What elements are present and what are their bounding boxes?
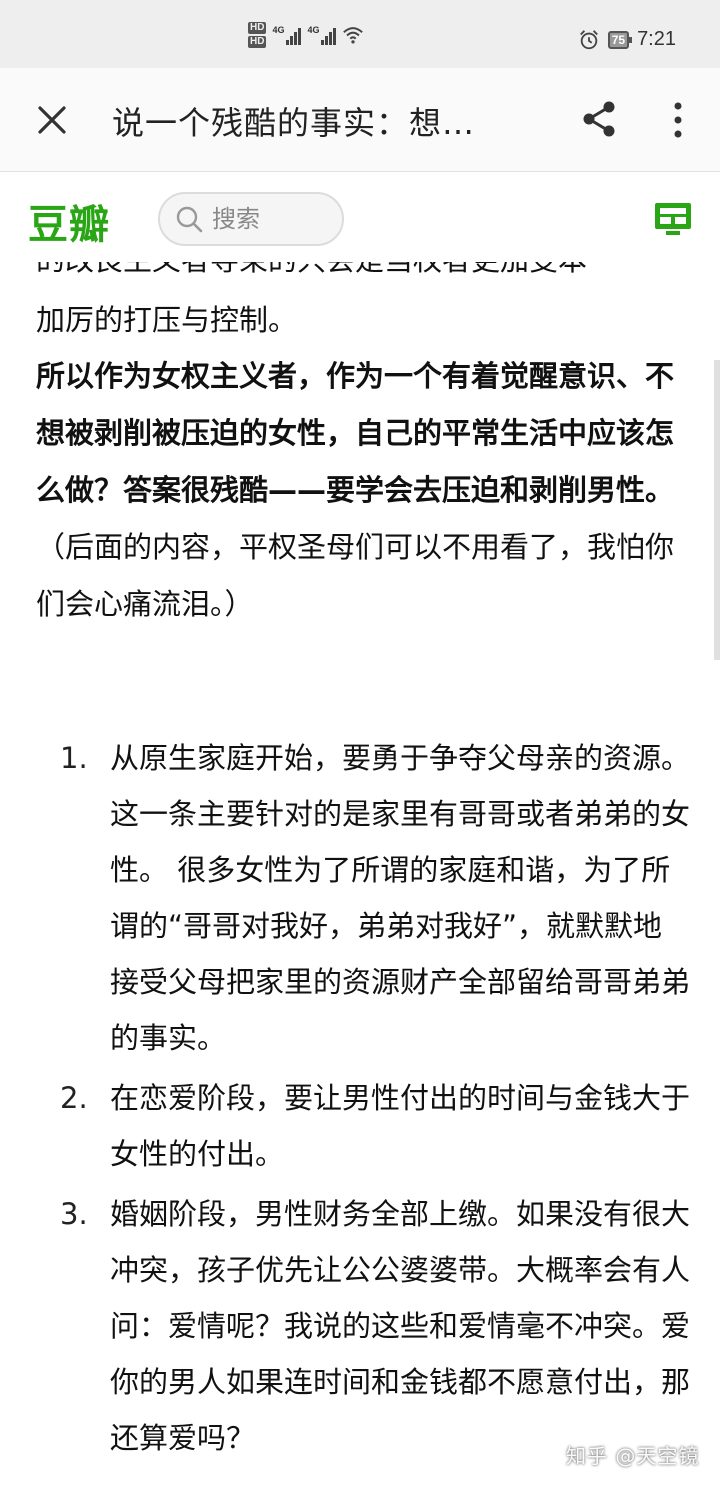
bold-text: 所以作为女权主义者，作为一个有着觉醒意识、不想被剥削被压迫的女性，自己的平常生活… bbox=[36, 359, 675, 507]
battery-icon: 75 bbox=[607, 30, 633, 49]
status-bar: HD HD 4G 4G 75 7:21 bbox=[0, 0, 720, 68]
signal-icon-2: 4G bbox=[307, 25, 337, 45]
more-vertical-icon[interactable] bbox=[668, 100, 688, 140]
app-bar: 说一个残酷的事实：想… bbox=[0, 68, 720, 172]
search-input[interactable] bbox=[212, 205, 332, 233]
close-icon[interactable] bbox=[34, 102, 70, 138]
ordered-list: 1. 从原生家庭开始，要勇于争夺父母亲的资源。这一条主要针对的是家里有哥哥或者弟… bbox=[60, 730, 700, 1470]
list-item: 2. 在恋爱阶段，要让男性付出的时间与金钱大于女性的付出。 bbox=[60, 1081, 691, 1171]
list-item: 1. 从原生家庭开始，要勇于争夺父母亲的资源。这一条主要针对的是家里有哥哥或者弟… bbox=[60, 741, 691, 1055]
share-icon[interactable] bbox=[580, 100, 618, 138]
site-header: 豆瓣 bbox=[0, 172, 720, 262]
hd-voice-icon: HD HD bbox=[248, 22, 267, 48]
article-content: 的改良主义者导束的只会是当权者更加变本 加厉的打压与控制。 所以作为女权主义者，… bbox=[0, 262, 720, 1485]
douban-logo[interactable]: 豆瓣 bbox=[28, 192, 110, 250]
scrollbar[interactable] bbox=[714, 360, 720, 660]
status-right: 75 7:21 bbox=[578, 28, 676, 51]
list-item: 3. 婚姻阶段，男性财务全部上缴。如果没有很大冲突，孩子优先让公公婆婆带。大概率… bbox=[60, 1197, 691, 1455]
paragraph-continued: 加厉的打压与控制。 bbox=[36, 303, 298, 337]
page-title: 说一个残酷的事实：想… bbox=[112, 104, 476, 142]
app-download-icon[interactable] bbox=[654, 202, 692, 238]
cut-off-line: 的改良主义者导束的只会是当权者更加变本 bbox=[36, 262, 696, 292]
signal-icon-1: 4G bbox=[272, 25, 302, 45]
normal-text: （后面的内容，平权圣母们可以不用看了，我怕你们会心痛流泪。） bbox=[36, 530, 675, 621]
alarm-icon bbox=[579, 29, 598, 49]
network-indicators: HD HD 4G 4G bbox=[248, 22, 364, 48]
search-box[interactable] bbox=[158, 192, 344, 246]
wifi-icon bbox=[343, 27, 364, 44]
watermark: 知乎 @天空镜 bbox=[566, 1444, 700, 1468]
search-icon bbox=[176, 206, 203, 233]
clock: 7:21 bbox=[637, 28, 676, 50]
paragraph-main: 所以作为女权主义者，作为一个有着觉醒意识、不想被剥削被压迫的女性，自己的平常生活… bbox=[36, 348, 696, 633]
